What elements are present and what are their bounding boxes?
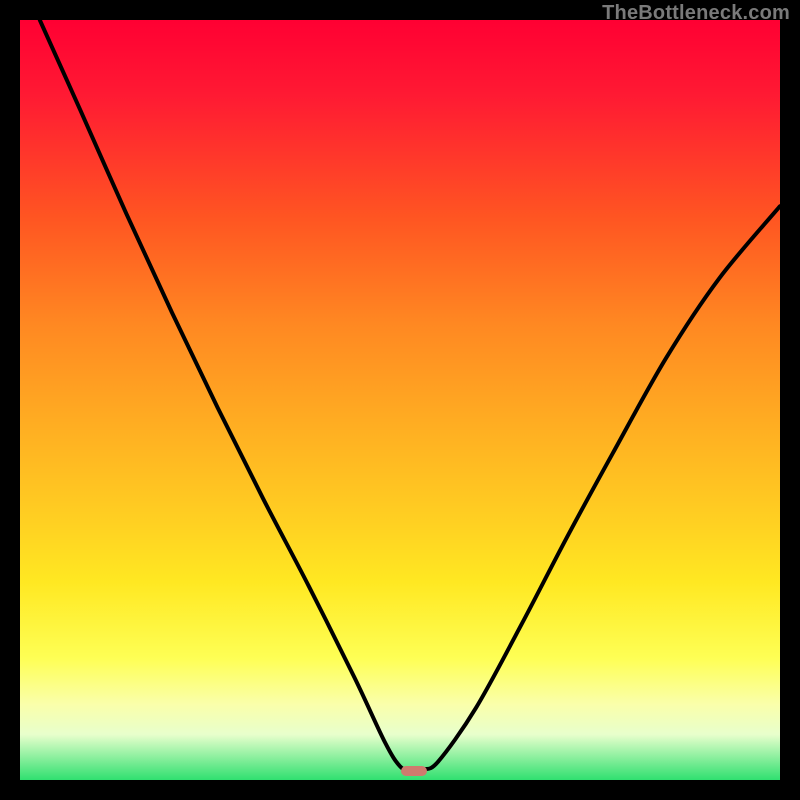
bottleneck-curve <box>20 20 780 780</box>
chart-frame: TheBottleneck.com <box>0 0 800 800</box>
watermark-text: TheBottleneck.com <box>602 2 790 25</box>
minimum-marker <box>401 766 427 776</box>
